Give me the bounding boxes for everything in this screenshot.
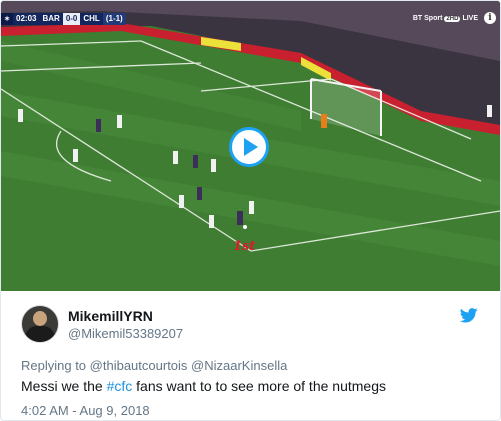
aggregate-score: (1-1) (102, 13, 126, 25)
info-icon[interactable]: i (484, 12, 496, 24)
champions-league-icon: ✶ (1, 13, 13, 25)
hashtag-link[interactable]: #cfc (107, 378, 133, 394)
play-icon (244, 138, 258, 156)
twitter-bird-icon[interactable] (460, 308, 478, 323)
tweet-timestamp[interactable]: 4:02 AM - Aug 9, 2018 (21, 403, 150, 418)
reply-mentions[interactable]: @thibautcourtois @NizaarKinsella (90, 358, 288, 373)
broadcaster-logo: BT Sport 2HD LIVE (413, 15, 478, 22)
live-label: LIVE (462, 15, 478, 22)
scorebug: ✶ 02:03 BAR 0-0 CHL (1-1) (1, 13, 126, 25)
reply-context: Replying to @thibautcourtois @NizaarKins… (21, 358, 287, 373)
match-score: 0-0 (62, 13, 81, 25)
replying-to-label: Replying to (21, 358, 87, 373)
video-annotation: 1st (233, 239, 256, 254)
play-button[interactable] (229, 127, 269, 167)
broadcaster-name: BT Sport (412, 15, 443, 22)
avatar[interactable] (21, 305, 59, 343)
tweet-card[interactable]: ✶ 02:03 BAR 0-0 CHL (1-1) BT Sport 2HD L… (0, 0, 501, 421)
home-team: BAR (39, 13, 63, 25)
channel-badge: 2HD (444, 15, 461, 22)
tweet-text-end: fans want to to see more of the nutmegs (132, 378, 386, 394)
tweet-text: Messi we the #cfc fans want to to see mo… (21, 378, 386, 394)
match-clock: 02:03 (13, 13, 40, 25)
author-display-name[interactable]: MikemillYRN (68, 307, 183, 325)
tweet-author[interactable]: MikemillYRN @Mikemil53389207 (21, 305, 183, 343)
author-handle[interactable]: @Mikemil53389207 (68, 325, 183, 342)
away-team: CHL (80, 13, 103, 25)
video-player[interactable]: ✶ 02:03 BAR 0-0 CHL (1-1) BT Sport 2HD L… (1, 1, 500, 291)
tweet-text-start: Messi we the (21, 378, 107, 394)
